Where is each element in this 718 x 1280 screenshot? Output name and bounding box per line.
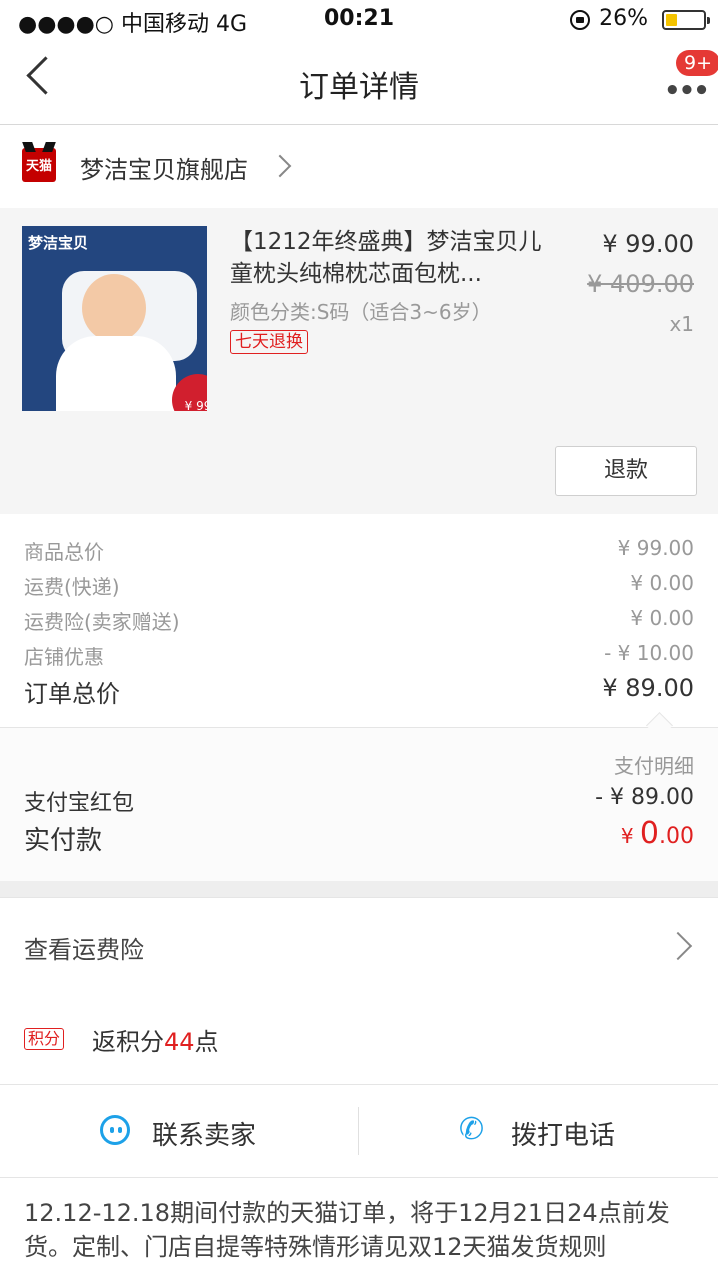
- more-icon[interactable]: •••: [664, 76, 710, 106]
- contact-seller-label: 联系卖家: [152, 1121, 257, 1151]
- points-number: 44: [164, 1028, 195, 1056]
- summary-value: - ¥ 10.00: [604, 641, 694, 665]
- order-total-label: 订单总价: [24, 680, 120, 708]
- phone-icon: ✆: [459, 1112, 485, 1147]
- summary-value: ¥ 99.00: [617, 536, 694, 560]
- payment-detail-link[interactable]: 支付明细: [614, 750, 694, 779]
- product-original-price: ¥ 409.00: [587, 270, 694, 298]
- shipping-insurance-label: 查看运费险: [24, 936, 144, 964]
- tmall-icon: 天猫: [22, 148, 56, 182]
- alipay-hongbao-label: 支付宝红包: [24, 791, 135, 816]
- points-text: 返积分44点: [92, 1022, 219, 1057]
- nav-bar: 订单详情 ••• 9+: [0, 40, 718, 125]
- battery-icon: [662, 10, 710, 30]
- summary-value: ¥ 0.00: [630, 606, 694, 630]
- alipay-hongbao-value: - ¥ 89.00: [595, 785, 694, 810]
- section-divider: [0, 881, 718, 897]
- chat-icon: [100, 1115, 130, 1145]
- summary-label: 运费(快递): [24, 575, 120, 599]
- status-bar: ●●●●○ 中国移动 4G 00:21 26%: [0, 0, 718, 40]
- paid-currency: ¥: [620, 824, 640, 848]
- amount-paid-value: ¥ 0.00: [621, 816, 694, 851]
- product-price: ¥ 99.00: [602, 230, 694, 258]
- shipping-insurance-row[interactable]: 查看运费险: [0, 897, 718, 993]
- notification-badge: 9+: [676, 50, 718, 76]
- battery-percent: 26%: [599, 6, 648, 31]
- points-row: 积分 返积分44点: [0, 992, 718, 1085]
- shop-name[interactable]: 梦洁宝贝旗舰店: [80, 150, 248, 185]
- summary-label: 商品总价: [24, 540, 104, 564]
- contact-seller-button[interactable]: 联系卖家: [0, 1085, 359, 1177]
- contact-row: 联系卖家 ✆ 拨打电话: [0, 1085, 718, 1178]
- rotation-lock-icon: [570, 10, 590, 30]
- order-total-value: ¥ 89.00: [602, 674, 694, 702]
- return-policy-badge: 七天退换: [230, 330, 308, 354]
- shipping-notice: 12.12-12.18期间付款的天猫订单，将于12月21日24点前发货。定制、门…: [24, 1199, 670, 1261]
- paid-decimal: .00: [659, 824, 694, 849]
- call-phone-button[interactable]: ✆ 拨打电话: [359, 1085, 718, 1177]
- points-tag: 积分: [24, 1028, 65, 1050]
- product-item[interactable]: 梦洁宝贝 ¥ 99 【1212年终盛典】梦洁宝贝儿童枕头纯棉枕芯面包枕... 颜…: [0, 208, 718, 514]
- product-quantity: x1: [669, 312, 694, 336]
- points-prefix: 返积分: [92, 1028, 164, 1056]
- product-title[interactable]: 【1212年终盛典】梦洁宝贝儿童枕头纯棉枕芯面包枕...: [230, 226, 550, 290]
- paid-integer: 0: [639, 816, 659, 851]
- page-title: 订单详情: [299, 70, 419, 105]
- thumb-price-tag: ¥ 99: [172, 374, 207, 411]
- chevron-right-icon: [663, 931, 693, 961]
- amount-paid-label: 实付款: [24, 826, 103, 856]
- product-thumbnail[interactable]: 梦洁宝贝 ¥ 99: [22, 226, 207, 411]
- summary-value: ¥ 0.00: [630, 571, 694, 595]
- product-variant: 颜色分类:S码（适合3~6岁）: [230, 300, 492, 324]
- chevron-right-icon: [268, 154, 292, 178]
- thumb-brand: 梦洁宝贝: [28, 234, 89, 252]
- call-phone-label: 拨打电话: [511, 1121, 616, 1151]
- points-suffix: 点: [194, 1028, 219, 1056]
- refund-button[interactable]: 退款: [555, 446, 697, 496]
- summary-label: 运费险(卖家赠送): [24, 610, 180, 634]
- shop-row[interactable]: 天猫 梦洁宝贝旗舰店: [0, 124, 718, 208]
- summary-label: 店铺优惠: [24, 645, 104, 669]
